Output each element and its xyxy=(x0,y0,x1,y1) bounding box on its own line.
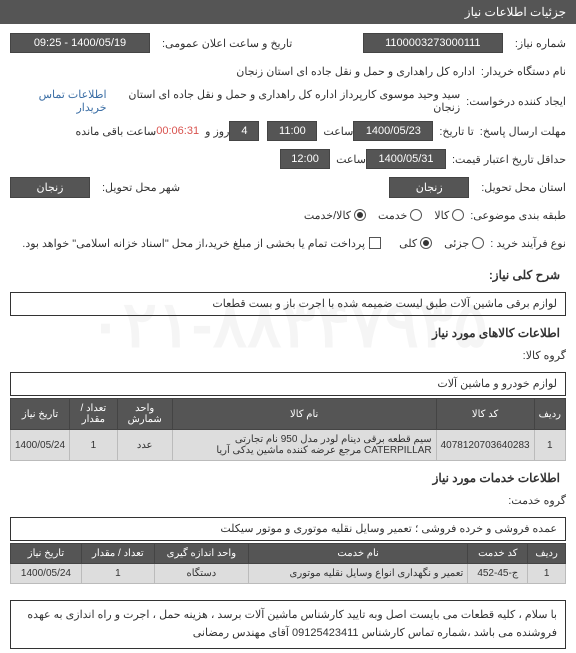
radio-service-label: خدمت xyxy=(378,209,407,222)
ta-tarikh-label: تا تاریخ: xyxy=(439,125,473,138)
city-label: شهر محل تحویل: xyxy=(102,181,180,194)
page-header: جزئیات اطلاعات نیاز xyxy=(0,0,576,24)
goods-col-name: نام کالا xyxy=(172,399,436,430)
credit-exp-time: 12:00 xyxy=(280,149,330,169)
desc-label: شرح کلی نیاز: xyxy=(489,268,566,282)
radio-dot-icon xyxy=(452,209,464,221)
svc-cell-qty: 1 xyxy=(81,564,154,584)
radio-dot-filled-icon xyxy=(354,209,366,221)
svc-col-name: نام خدمت xyxy=(248,544,467,564)
main-content: جزئیات اطلاعات نیاز شماره نیاز: 11000032… xyxy=(0,0,576,649)
goods-col-qty: تعداد / مقدار xyxy=(70,399,118,430)
buyer-contact-link[interactable]: اطلاعات تماس خریدار xyxy=(10,88,107,114)
note-box: با سلام ، کلیه قطعات می بایست اصل وبه تا… xyxy=(10,600,566,649)
desc-value: لوازم برقی ماشین آلات طبق لیست ضمیمه شده… xyxy=(10,292,566,316)
svc-col-qty: تعداد / مقدار xyxy=(81,544,154,564)
public-time-value: 1400/05/19 - 09:25 xyxy=(10,33,150,53)
credit-exp-label: حداقل تاریخ اعتبار قیمت: xyxy=(452,153,566,166)
buyer-value: اداره کل راهداری و حمل و نقل جاده ای است… xyxy=(236,65,475,78)
services-group-label: گروه خدمت: xyxy=(508,494,566,507)
goods-group-label: گروه کالا: xyxy=(523,349,566,362)
svc-col-row: ردیف xyxy=(528,544,566,564)
need-no-value: 1100003273000111 xyxy=(363,33,503,53)
province-label: استان محل تحویل: xyxy=(481,181,566,194)
svc-col-date: تاریخ نیاز xyxy=(11,544,82,564)
svc-cell-code: ج-45-452 xyxy=(468,564,528,584)
public-time-label: تاریخ و ساعت اعلان عمومی: xyxy=(162,37,292,50)
buy-type-label: نوع فرآیند خرید : xyxy=(490,237,566,250)
remain-label: ساعت باقی مانده xyxy=(76,125,157,138)
credit-exp-date: 1400/05/31 xyxy=(366,149,446,169)
radio-full[interactable]: کلی xyxy=(399,237,432,250)
category-radio-group: کالا خدمت کالا/خدمت xyxy=(304,209,464,222)
goods-cell-code: 4078120703640283 xyxy=(436,430,534,461)
radio-partial[interactable]: جزئی xyxy=(444,237,484,250)
svc-col-code: کد خدمت xyxy=(468,544,528,564)
goods-section-title: اطلاعات کالاهای مورد نیاز xyxy=(10,326,566,340)
payment-checkbox[interactable] xyxy=(369,237,381,249)
radio-dot-filled-icon xyxy=(420,237,432,249)
services-table: ردیف کد خدمت نام خدمت واحد اندازه گیری ت… xyxy=(10,543,566,584)
need-no-label: شماره نیاز: xyxy=(515,37,566,50)
svc-cell-name: تعمیر و نگهداری انواع وسایل نقلیه موتوری xyxy=(248,564,467,584)
radio-goods-label: کالا xyxy=(434,209,449,222)
category-label: طبقه بندی موضوعی: xyxy=(470,209,566,222)
countdown-timer: 00:06:31 xyxy=(156,125,199,137)
goods-col-unit: واحد شمارش xyxy=(117,399,172,430)
radio-service[interactable]: خدمت xyxy=(378,209,422,222)
radio-both-label: کالا/خدمت xyxy=(304,209,351,222)
svc-cell-unit: دستگاه xyxy=(154,564,248,584)
creator-label: ایجاد کننده درخواست: xyxy=(466,95,566,108)
goods-cell-name: سیم قطعه برقی دینام لودر مدل 950 نام تجا… xyxy=(172,430,436,461)
buyer-label: نام دستگاه خریدار: xyxy=(481,65,566,78)
goods-cell-row: 1 xyxy=(534,430,565,461)
svc-cell-row: 1 xyxy=(528,564,566,584)
city-value: زنجان xyxy=(10,177,90,198)
province-value: زنجان xyxy=(389,177,469,198)
radio-full-label: کلی xyxy=(399,237,417,250)
goods-col-date: تاریخ نیاز xyxy=(11,399,70,430)
goods-col-code: کد کالا xyxy=(436,399,534,430)
radio-both[interactable]: کالا/خدمت xyxy=(304,209,366,222)
table-row: 1 4078120703640283 سیم قطعه برقی دینام ل… xyxy=(11,430,566,461)
goods-col-row: ردیف xyxy=(534,399,565,430)
goods-cell-date: 1400/05/24 xyxy=(11,430,70,461)
services-group-value: عمده فروشی و خرده فروشی ؛ تعمیر وسایل نق… xyxy=(10,517,566,541)
time-word-1: ساعت xyxy=(323,125,353,138)
goods-cell-unit: عدد xyxy=(117,430,172,461)
radio-dot-icon xyxy=(472,237,484,249)
deadline-label: مهلت ارسال پاسخ: xyxy=(480,125,566,138)
days-value: 4 xyxy=(229,121,259,141)
goods-cell-qty: 1 xyxy=(70,430,118,461)
radio-dot-icon xyxy=(410,209,422,221)
time-word-2: ساعت xyxy=(336,153,366,166)
svc-col-unit: واحد اندازه گیری xyxy=(154,544,248,564)
deadline-date: 1400/05/23 xyxy=(353,121,433,141)
deadline-time: 11:00 xyxy=(267,121,317,141)
creator-value: سید وحید موسوی کارپرداز اداره کل راهداری… xyxy=(115,88,461,114)
goods-group-value: لوازم خودرو و ماشین آلات xyxy=(10,372,566,396)
goods-table: ردیف کد کالا نام کالا واحد شمارش تعداد /… xyxy=(10,398,566,461)
table-row: 1 ج-45-452 تعمیر و نگهداری انواع وسایل ن… xyxy=(11,564,566,584)
radio-goods[interactable]: کالا xyxy=(434,209,464,222)
pay-note: پرداخت تمام یا بخشی از مبلغ خرید،از محل … xyxy=(22,237,365,250)
services-section-title: اطلاعات خدمات مورد نیاز xyxy=(10,471,566,485)
buy-type-radio-group: جزئی کلی xyxy=(399,237,484,250)
form-section: شماره نیاز: 1100003273000111 تاریخ و ساع… xyxy=(0,24,576,592)
day-word: روز و xyxy=(205,125,229,138)
svc-cell-date: 1400/05/24 xyxy=(11,564,82,584)
radio-partial-label: جزئی xyxy=(444,237,469,250)
